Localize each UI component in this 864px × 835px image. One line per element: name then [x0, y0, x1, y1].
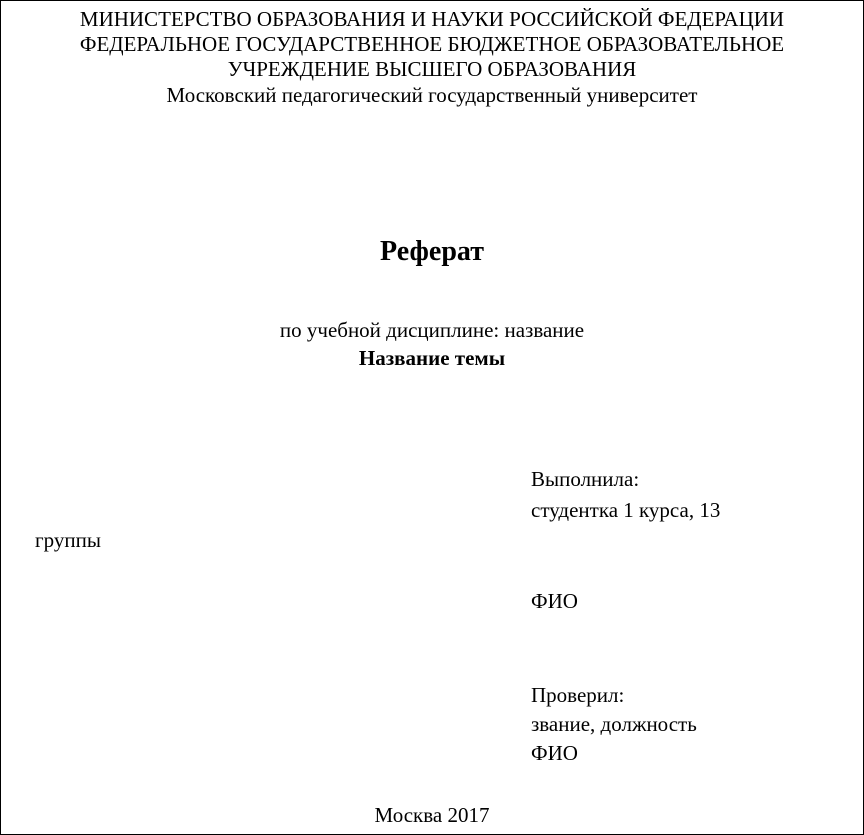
institution-header: МИНИСТЕРСТВО ОБРАЗОВАНИЯ И НАУКИ РОССИЙС…	[1, 1, 863, 108]
document-title: Реферат	[1, 236, 863, 268]
reviewer-rank: звание, должность	[531, 710, 697, 739]
author-block: Выполнила: студентка 1 курса, 13 группы …	[1, 464, 863, 616]
document-title-block: Реферат	[1, 236, 863, 268]
student-line: студентка 1 курса, 13	[531, 495, 720, 525]
ministry-line: МИНИСТЕРСТВО ОБРАЗОВАНИЯ И НАУКИ РОССИЙС…	[1, 7, 863, 32]
discipline-line: по учебной дисциплине: название	[1, 316, 863, 344]
checked-label: Проверил:	[531, 681, 624, 710]
reviewer-block: Проверил: звание, должность ФИО	[1, 681, 863, 769]
discipline-block: по учебной дисциплине: название Название…	[1, 316, 863, 373]
group-word: группы	[1, 525, 863, 555]
university-name: Московский педагогический государственны…	[1, 83, 863, 108]
topic-name: Название темы	[1, 344, 863, 372]
institution-type-line: УЧРЕЖДЕНИЕ ВЫСШЕГО ОБРАЗОВАНИЯ	[1, 57, 863, 82]
reviewer-fio: ФИО	[531, 739, 578, 768]
footer-city-year: Москва 2017	[1, 803, 863, 828]
performed-label: Выполнила:	[531, 464, 639, 494]
author-fio: ФИО	[531, 586, 578, 616]
federal-line: ФЕДЕРАЛЬНОЕ ГОСУДАРСТВЕННОЕ БЮДЖЕТНОЕ ОБ…	[1, 32, 863, 57]
